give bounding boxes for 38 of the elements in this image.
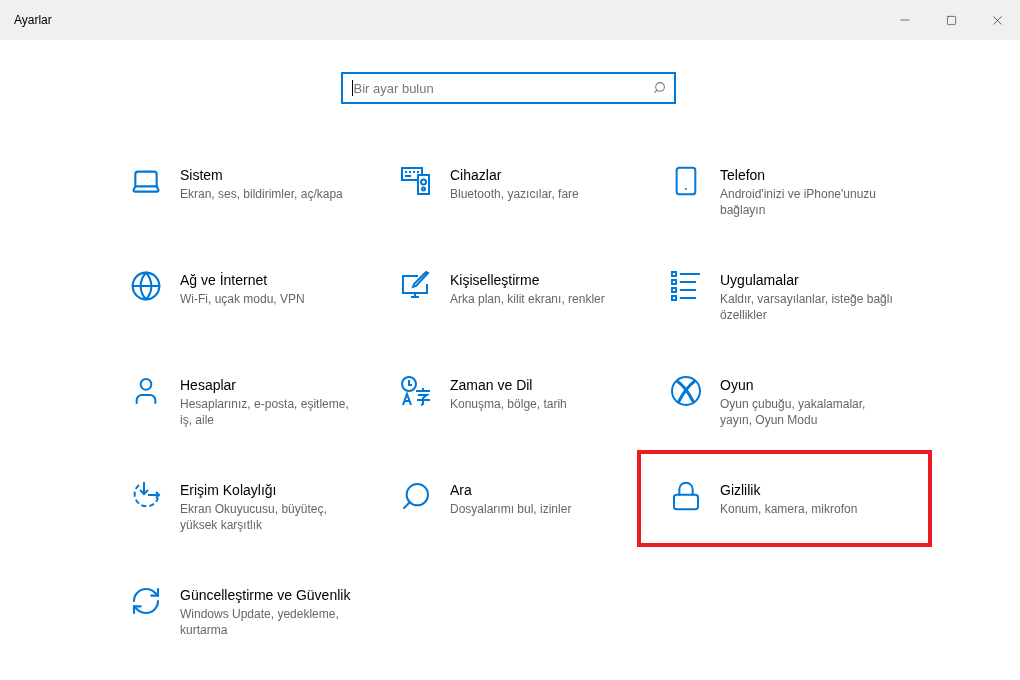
sync-icon [130,585,162,617]
maximize-icon[interactable] [945,14,957,26]
category-title: Ağ ve İnternet [180,272,269,288]
list-icon [670,270,702,302]
category-description: Ekran Okuyucusu, büyüteç, yüksek karşıtlık [180,501,328,533]
category-description: Android'inizi ve iPhone'unuzu bağlayın [720,186,878,218]
category-title: Uygulamalar [720,272,800,288]
category-description: Konuşma, bölge, tarih [450,396,568,412]
category-description: Hesaplarınız, e-posta, eşitleme, iş, aile [180,396,350,428]
window-title: Ayarlar [13,13,53,27]
category-title: Zaman ve Dil [450,377,534,393]
category-title: Telefon [720,167,767,183]
category-description: Ekran, ses, bildirimler, aç/kapa [180,186,344,202]
category-title: Oyun [720,377,755,393]
xbox-icon [670,375,702,407]
category-description: Konum, kamera, mikrofon [720,501,859,517]
category-description: Oyun çubuğu, yakalamalar, yayın, Oyun Modu [720,396,867,428]
keyboard-speaker-icon [400,165,432,197]
category-title: Gizlilik [720,482,762,498]
settings-category[interactable]: Gizlilik Konum, kamera, mikrofon [637,450,932,547]
category-title: Hesaplar [180,377,238,393]
clock-language-icon [400,375,432,407]
lock-icon [670,479,702,513]
category-title: Sistem [180,167,224,183]
category-description: Arka plan, kilit ekranı, renkler [450,291,606,307]
category-description: Windows Update, yedekleme, kurtarma [180,606,340,638]
category-description: Dosyalarımı bul, izinler [450,501,573,517]
category-title: Cihazlar [450,167,503,183]
search-field[interactable]: Bir ayar bulun [340,72,676,104]
category-title: Erişim Kolaylığı [180,482,278,498]
globe-icon [130,270,162,302]
category-description: Wi-Fi, uçak modu, VPN [180,291,306,307]
search-icon [652,81,666,94]
category-title: Ara [450,482,473,498]
category-description: Kaldır, varsayılanlar, isteğe bağlı özellikler [720,291,894,323]
category-description: Bluetooth, yazıcılar, fare [450,186,580,202]
category-title: Kişiselleştirme [450,272,541,288]
category-title: Güncelleştirme ve Güvenlik [180,587,352,603]
